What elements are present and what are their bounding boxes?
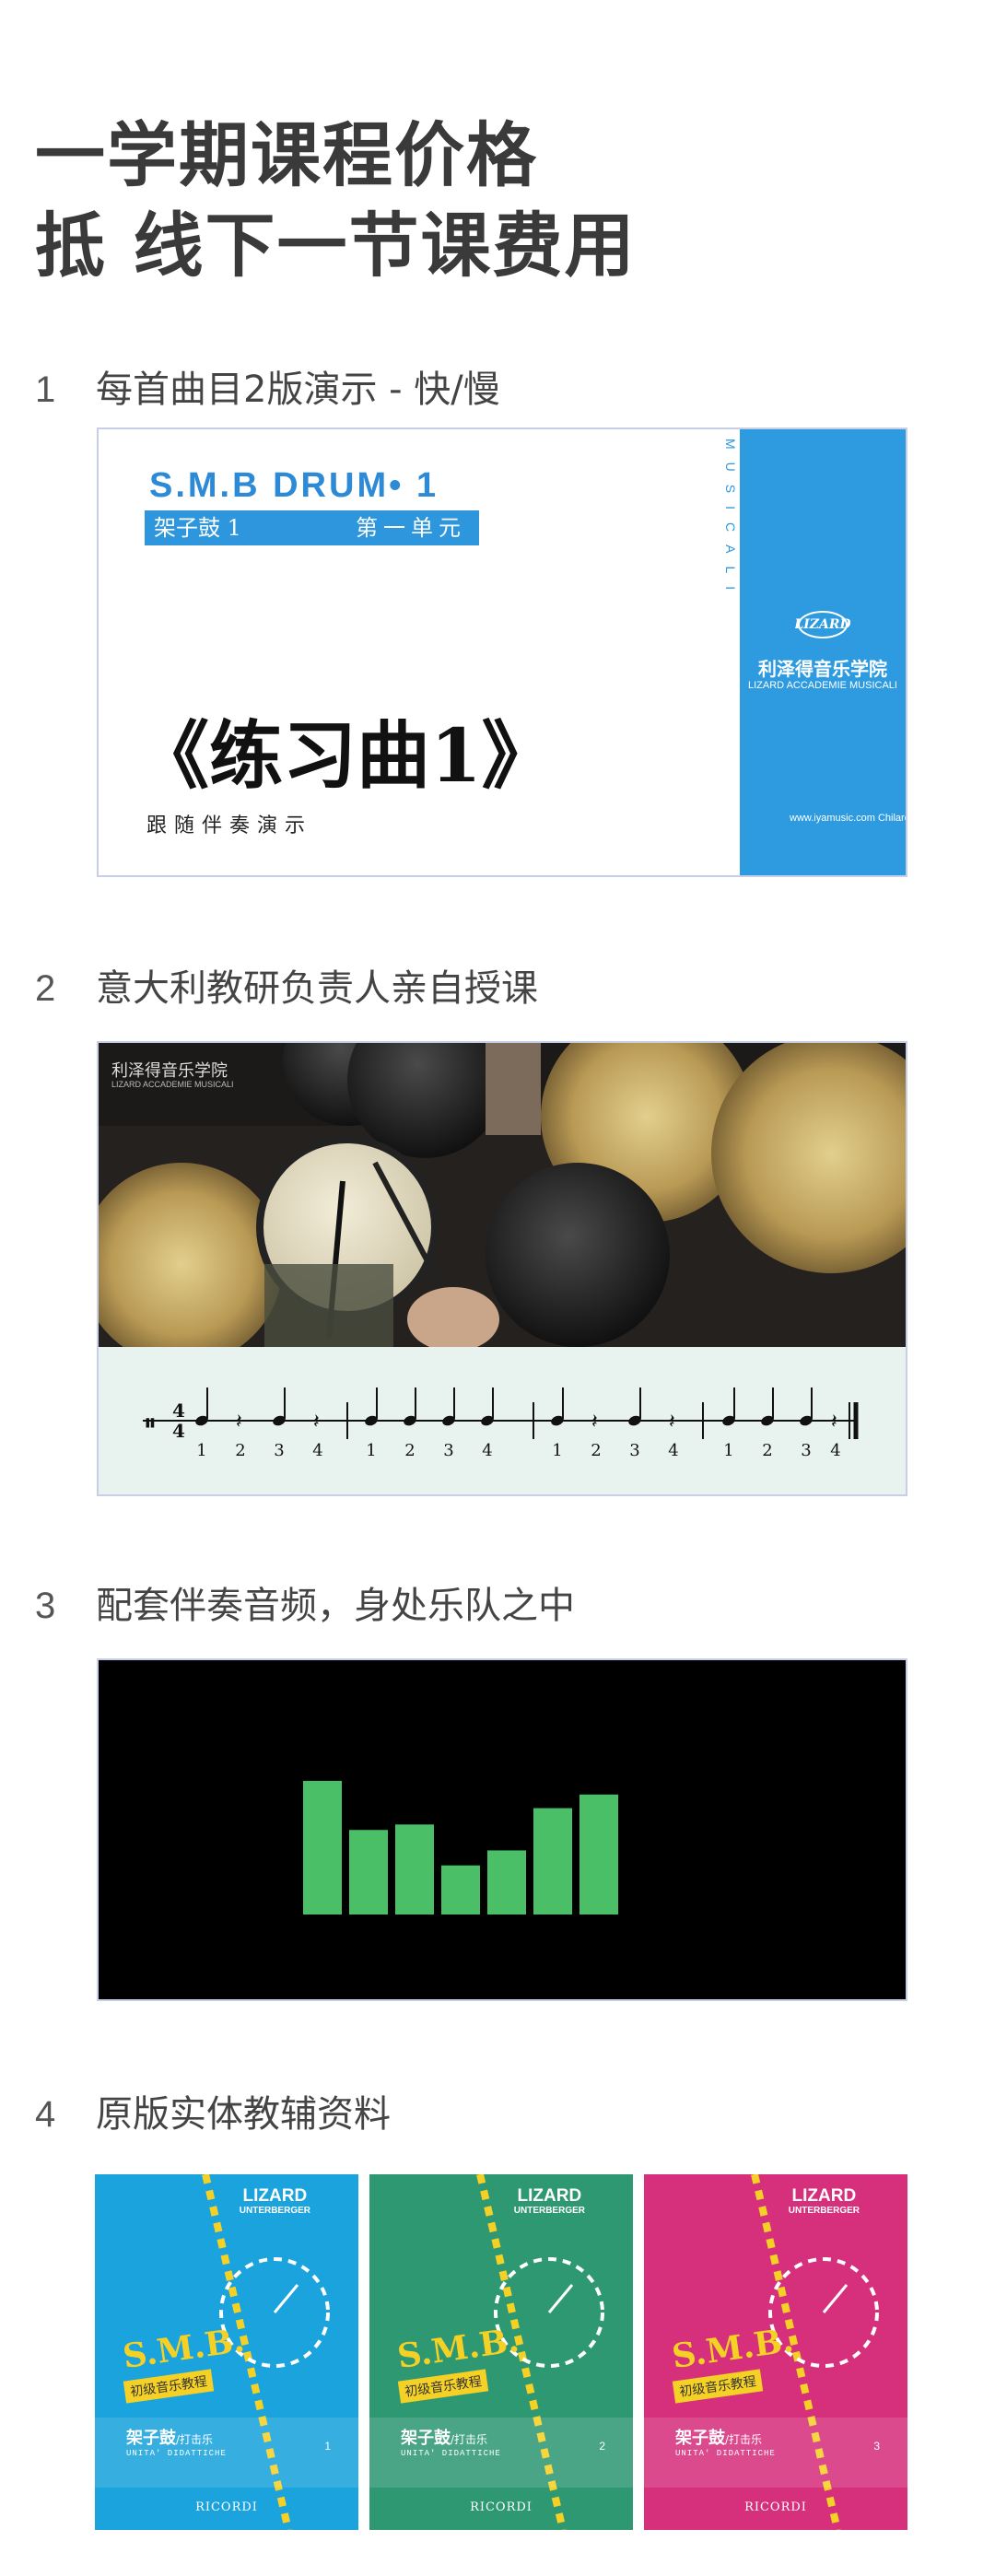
beat-number: 3	[443, 1441, 453, 1460]
beat-number: 1	[723, 1441, 733, 1460]
book-info-band: 架子鼓/打击乐 UNITA' DIDATTICHE 3	[644, 2418, 907, 2488]
textbook-gallery: LIZARD UNTERBERGER S.M.B. 初级音乐教程 架子鼓/打击乐 …	[95, 2174, 909, 2530]
section-number: 4	[35, 2094, 56, 2135]
audio-equalizer	[303, 1780, 618, 1914]
lesson-title: 《练习曲1》	[135, 712, 556, 799]
publisher-sub: UNTERBERGER	[513, 2206, 585, 2216]
publisher-sub: UNTERBERGER	[788, 2206, 860, 2216]
course-brand: S.M.B DRUM• 1	[149, 466, 439, 505]
quarter-rest: 𝄽	[831, 1411, 837, 1434]
textbook-cover-2[interactable]: LIZARD UNTERBERGER S.M.B. 初级音乐教程 架子鼓/打击乐 …	[369, 2174, 633, 2530]
book-volume: 3	[873, 2440, 880, 2453]
lizard-logo-icon: LIZARD	[795, 611, 850, 638]
textbook-cover-1[interactable]: LIZARD UNTERBERGER S.M.B. 初级音乐教程 架子鼓/打击乐 …	[95, 2174, 358, 2530]
equalizer-bar	[579, 1794, 618, 1914]
unit-number: 第一单元	[356, 515, 466, 541]
publisher-name: LIZARD	[791, 2186, 857, 2206]
beat-number: 4	[312, 1441, 322, 1460]
lesson-cover-card[interactable]: S.M.B DRUM• 1 架子鼓 1 第一单元 《练习曲1》 跟随伴奏演示 L…	[97, 427, 907, 877]
school-name-en: LIZARD ACCADEMIE MUSICALI	[748, 680, 897, 691]
section-title-4: 4 原版实体教辅资料	[35, 2084, 391, 2137]
equalizer-bar	[487, 1850, 526, 1914]
section-title-2: 2 意大利教研负责人亲自授课	[35, 958, 538, 1012]
equalizer-bar	[349, 1830, 388, 1914]
book-publisher-footer: RICORDI	[195, 2500, 258, 2514]
textbook-cover-3[interactable]: LIZARD UNTERBERGER S.M.B. 初级音乐教程 架子鼓/打击乐 …	[644, 2174, 907, 2530]
quarter-rest: 𝄽	[236, 1411, 242, 1434]
beat-number: 1	[196, 1441, 206, 1460]
book-name-sub: /打击乐	[176, 2433, 214, 2446]
beat-number: 1	[366, 1441, 376, 1460]
book-name-sub: /打击乐	[451, 2433, 488, 2446]
percussion-clef: 𝄥	[146, 1411, 155, 1438]
school-url: www.iyamusic.com Chilarozzi	[790, 813, 906, 824]
section-label: 每首曲目2版演示 - 快/慢	[96, 369, 500, 411]
floor-tom	[486, 1163, 670, 1347]
equalizer-bar	[441, 1865, 480, 1914]
publisher-sub: UNTERBERGER	[239, 2206, 310, 2216]
equalizer-bar	[395, 1824, 434, 1914]
beat-number: 4	[668, 1441, 678, 1460]
publisher-logo: LIZARD UNTERBERGER	[513, 2186, 585, 2217]
quarter-rest: 𝄽	[669, 1411, 675, 1434]
rhythm-notation: 𝄥 4 4 1𝄽2 3𝄽4 1 2 3 4 1𝄽2 3𝄽4 1 2 3𝄽4	[143, 1388, 859, 1460]
section-label: 原版实体教辅资料	[96, 2093, 391, 2136]
beat-number: 3	[801, 1441, 811, 1460]
publisher-name: LIZARD	[242, 2186, 308, 2206]
beat-number: 2	[404, 1441, 415, 1460]
unit-label: 架子鼓 1	[154, 515, 241, 541]
section-label: 意大利教研负责人亲自授课	[96, 967, 538, 1010]
quarter-rest: 𝄽	[313, 1411, 320, 1434]
book-volume: 2	[599, 2440, 605, 2453]
beat-number: 4	[830, 1441, 840, 1460]
headline-line-1: 一学期课程价格	[35, 114, 538, 196]
beat-number: 2	[762, 1441, 772, 1460]
school-panel: LIZARD 利泽得音乐学院 LIZARD ACCADEMIE MUSICALI…	[740, 429, 906, 875]
section-label: 配套伴奏音频，身处乐队之中	[96, 1585, 575, 1627]
lesson-subtitle: 跟随伴奏演示	[146, 814, 313, 837]
equalizer-bar	[303, 1780, 342, 1914]
teaching-video-card[interactable]: 利泽得音乐学院 LIZARD ACCADEMIE MUSICALI 𝄥 4 4 …	[97, 1041, 907, 1496]
book-subtitle: UNITA' DIDATTICHE	[675, 2449, 776, 2458]
time-signature-top: 4	[172, 1399, 185, 1422]
section-number: 2	[35, 968, 56, 1009]
time-signature-bottom: 4	[172, 1420, 185, 1442]
quarter-rest: 𝄽	[591, 1411, 598, 1434]
publisher-name: LIZARD	[517, 2186, 582, 2206]
book-name: 架子鼓	[401, 2429, 451, 2448]
audio-visualizer-card[interactable]	[97, 1658, 907, 2001]
beat-number: 4	[482, 1441, 492, 1460]
headline-line-2: 抵 线下一节课费用	[35, 205, 637, 287]
logo-text: LIZARD	[795, 617, 850, 632]
book-volume: 1	[324, 2440, 331, 2453]
book-name: 架子鼓	[126, 2429, 176, 2448]
book-name-sub: /打击乐	[725, 2433, 763, 2446]
publisher-logo: LIZARD UNTERBERGER	[239, 2186, 310, 2217]
section-number: 3	[35, 1586, 56, 1626]
book-subtitle: UNITA' DIDATTICHE	[126, 2449, 227, 2458]
page-headline: 一学期课程价格 抵 线下一节课费用	[35, 111, 636, 291]
beat-number: 1	[552, 1441, 562, 1460]
school-name-cn: 利泽得音乐学院	[758, 658, 887, 680]
book-info-band: 架子鼓/打击乐 UNITA' DIDATTICHE 1	[95, 2418, 358, 2488]
video-watermark: 利泽得音乐学院	[111, 1061, 228, 1081]
book-name: 架子鼓	[675, 2429, 725, 2448]
book-subtitle: UNITA' DIDATTICHE	[401, 2449, 501, 2458]
book-publisher-footer: RICORDI	[744, 2500, 807, 2514]
beat-number: 3	[629, 1441, 639, 1460]
video-watermark-en: LIZARD ACCADEMIE MUSICALI	[111, 1080, 234, 1089]
publisher-logo: LIZARD UNTERBERGER	[788, 2186, 860, 2217]
unit-bar: 架子鼓 1 第一单元	[145, 510, 479, 545]
equalizer-bar	[533, 1808, 572, 1914]
section-number: 1	[35, 369, 56, 410]
beat-number: 3	[274, 1441, 284, 1460]
section-title-3: 3 配套伴奏音频，身处乐队之中	[35, 1575, 575, 1629]
drum-kit-photo: 利泽得音乐学院 LIZARD ACCADEMIE MUSICALI	[99, 1043, 906, 1365]
book-info-band: 架子鼓/打击乐 UNITA' DIDATTICHE 2	[369, 2418, 633, 2488]
rhythm-score: 𝄥 4 4 1 𝄽 2 3 𝄽 4 1 2 3 4 1 𝄽 2 3 𝄽 4 1 2 3 𝄽 4	[99, 1347, 906, 1494]
book-publisher-footer: RICORDI	[470, 2500, 533, 2514]
section-title-1: 1 每首曲目2版演示 - 快/慢	[35, 359, 500, 413]
beat-number: 2	[235, 1441, 245, 1460]
beat-number: 2	[591, 1441, 601, 1460]
